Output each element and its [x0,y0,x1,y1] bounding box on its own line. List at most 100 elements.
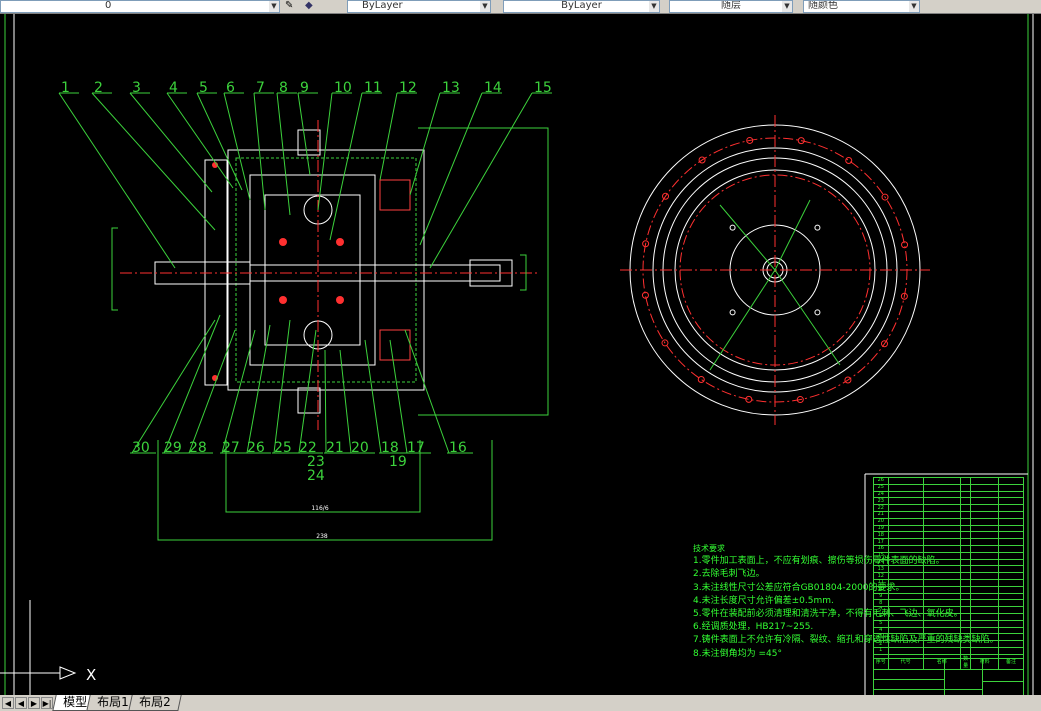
first-tab-button[interactable]: ◀ [2,697,14,709]
parts-cell [998,633,1024,642]
tab-layout2[interactable]: 布局2 [128,695,182,711]
parts-row: 17 [873,538,1024,546]
parts-row: 25 [873,483,1024,492]
section-view [120,120,540,430]
leader-line [58,92,176,269]
linetype-value: ByLayer [561,0,602,11]
part-number: 24 [873,490,889,499]
balloon-7: 7 [256,80,265,96]
parts-row: 15 [873,551,1024,560]
parts-row: 3 [873,633,1024,642]
prev-tab-button[interactable]: ◀ [15,697,27,709]
leader-line [129,92,213,193]
parts-row: 9 [873,592,1024,601]
part-number: 14 [873,558,889,567]
parts-cell [998,646,1024,655]
parts-cell [887,558,924,567]
parts-cell [887,572,924,580]
parts-cell [922,619,961,628]
tab-layout1-label: 布局1 [97,695,129,709]
parts-cell [970,483,1000,492]
parts-cell [970,477,1000,485]
parts-cell [998,551,1024,560]
parts-cell [998,531,1024,540]
parts-cell [959,551,972,560]
parts-cell [970,551,1000,560]
leader-line [276,92,291,216]
parts-cell [959,510,972,519]
ucs-x-label: X [86,666,96,684]
parts-cell [922,504,961,512]
parts-cell [998,640,1024,648]
parts-cell [998,599,1024,608]
parts-cell [922,599,961,608]
parts-cell [970,565,1000,574]
parts-cell [887,524,924,533]
parts-cell [887,633,924,642]
lineweight-dropdown[interactable]: 随层 ▼ [669,0,793,13]
leader-line [131,319,216,454]
parts-cell [922,524,961,533]
parts-cell [922,517,961,526]
chevron-down-icon: ▼ [480,1,490,12]
linetype-dropdown[interactable]: ByLayer ▼ [503,0,660,13]
balloon-2: 2 [94,80,103,96]
plotstyle-dropdown[interactable]: 随颜色 ▼ [803,0,920,13]
balloon-28: 28 [189,440,207,456]
parts-cell [887,497,924,506]
leader-line [379,92,398,181]
parts-cell [887,551,924,560]
part-number: 1 [873,646,889,655]
balloon-27: 27 [222,440,240,456]
leader-line [273,319,291,454]
parts-cell [998,510,1024,519]
layer-dropdown[interactable]: 0 ▼ [0,0,280,13]
hub-hole [814,309,821,316]
dim-inner-label: 116/6 [311,505,328,512]
parts-cell [959,606,972,614]
parts-cell [959,633,972,642]
balloon-14: 14 [484,80,502,96]
part-number: 5 [873,619,889,628]
leader-line [298,329,317,454]
parts-row: 24 [873,490,1024,499]
last-tab-button[interactable]: ▶| [41,697,53,709]
parts-cell [922,497,961,506]
drawing-canvas[interactable]: 116/6 238 1 2 3 4 5 6 7 8 9 10 11 12 13 14 15 30 29 28 27 2… [0,14,1041,705]
balloon-25: 25 [274,440,292,456]
leader-line [188,329,236,454]
layer-value: 0 [105,0,112,11]
bolt-hole [845,157,853,165]
layer-tools-icon[interactable]: ✎ [285,0,293,11]
bolt-hole [697,375,705,383]
parts-cell [998,517,1024,526]
parts-cell [998,538,1024,546]
layer-previous-icon[interactable]: ◆ [305,0,313,11]
balloon-6: 6 [226,80,235,96]
chevron-down-icon: ▼ [269,1,279,12]
parts-cell [922,477,961,485]
color-dropdown[interactable]: ByLayer ▼ [347,0,491,13]
next-tab-button[interactable]: ▶ [28,697,40,709]
bearing-box-right [379,179,411,211]
balloon-19: 19 [389,454,407,470]
parts-cell [959,477,972,485]
parts-cell [970,619,1000,628]
parts-cell [887,640,924,648]
parts-cell [887,477,924,485]
parts-cell [887,626,924,635]
parts-cell [970,558,1000,567]
parts-row: 23 [873,497,1024,506]
chevron-down-icon: ▼ [782,1,792,12]
balloon-29: 29 [164,440,182,456]
properties-toolbar: 0 ▼ ✎ ◆ ByLayer ▼ ByLayer ▼ 随层 ▼ 随颜色 ▼ [0,0,1041,14]
parts-cell [970,490,1000,499]
balloon-4: 4 [169,80,178,96]
parts-cell [970,504,1000,512]
parts-cell [970,538,1000,546]
leader-line [163,314,221,454]
parts-cell [998,497,1024,506]
leader-line [404,329,450,454]
parts-cell [970,599,1000,608]
parts-cell [998,477,1024,485]
